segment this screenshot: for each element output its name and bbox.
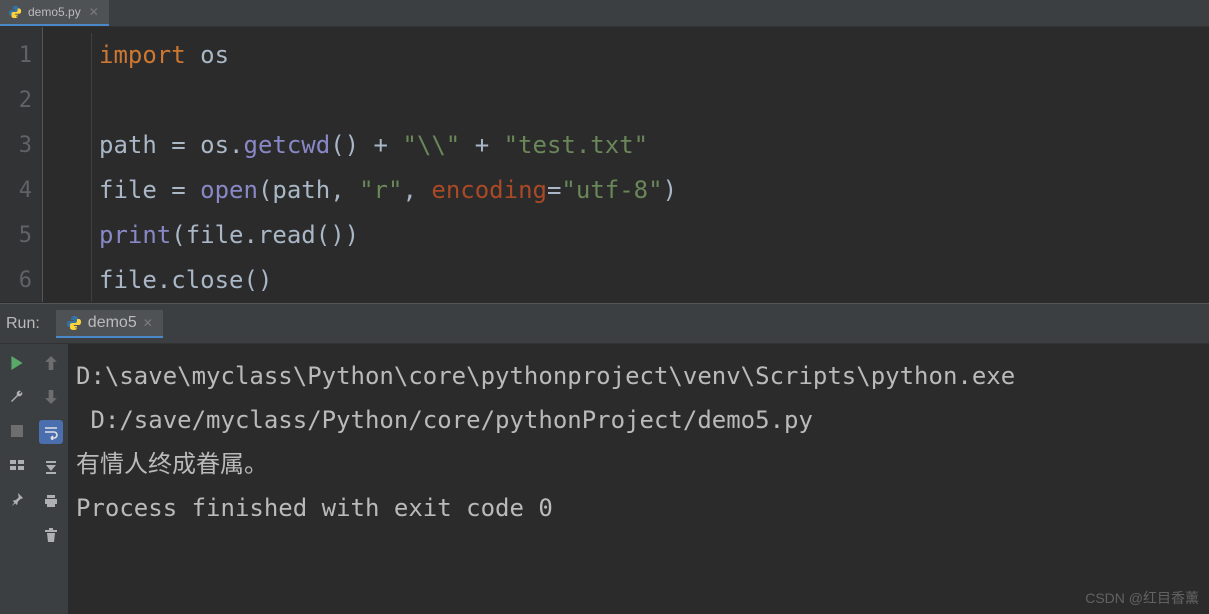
line-number: 3 [0, 123, 32, 168]
soft-wrap-icon[interactable] [39, 420, 63, 444]
code-token: "utf-8" [561, 176, 662, 204]
stop-button[interactable] [6, 420, 28, 442]
console-output[interactable]: D:\save\myclass\Python\core\pythonprojec… [68, 344, 1209, 614]
code-area[interactable]: import os path = os.getcwd() + "\\" + "t… [42, 27, 1209, 302]
code-token: , [402, 176, 431, 204]
code-token: () + [330, 131, 402, 159]
run-panel-header: Run: demo5 ✕ [0, 304, 1209, 344]
code-token: encoding [431, 176, 547, 204]
python-file-icon [8, 5, 22, 19]
code-token: import [99, 41, 186, 69]
watermark: CSDN @红目香薰 [1085, 588, 1199, 608]
code-token: file = [99, 176, 200, 204]
scroll-to-end-icon[interactable] [40, 456, 62, 478]
code-token: print [99, 221, 171, 249]
line-number: 5 [0, 213, 32, 258]
line-gutter: 1 2 3 4 5 6 [0, 27, 42, 302]
code-token: ) [663, 176, 677, 204]
run-body: D:\save\myclass\Python\core\pythonprojec… [0, 344, 1209, 614]
arrow-down-icon[interactable] [40, 386, 62, 408]
line-number: 2 [0, 78, 32, 123]
run-tool-column-secondary [34, 344, 68, 614]
code-token: "test.txt" [504, 131, 649, 159]
console-line: Process finished with exit code 0 [76, 486, 1205, 530]
console-line: D:/save/myclass/Python/core/pythonProjec… [76, 398, 1205, 442]
code-token: (path, [258, 176, 359, 204]
run-button[interactable] [6, 352, 28, 374]
print-icon[interactable] [40, 490, 62, 512]
layout-icon[interactable] [6, 454, 28, 476]
editor-area: 1 2 3 4 5 6 import os path = os.getcwd()… [0, 27, 1209, 302]
code-token: path = os. [99, 131, 244, 159]
trash-icon[interactable] [40, 524, 62, 546]
console-line: D:\save\myclass\Python\core\pythonprojec… [76, 354, 1205, 398]
tab-filename: demo5.py [28, 5, 81, 19]
pin-icon[interactable] [6, 488, 28, 510]
editor-tab-bar: demo5.py ✕ [0, 0, 1209, 27]
run-tab-demo5[interactable]: demo5 ✕ [56, 310, 163, 338]
code-token: open [200, 176, 258, 204]
code-token: "\\" [402, 131, 460, 159]
line-number: 6 [0, 258, 32, 303]
run-tool-column-primary [0, 344, 34, 614]
line-number: 1 [0, 33, 32, 78]
code-token: getcwd [244, 131, 331, 159]
indent-guide [91, 33, 92, 302]
line-number: 4 [0, 168, 32, 213]
python-file-icon [66, 315, 82, 331]
wrench-icon[interactable] [6, 386, 28, 408]
console-line: 有情人终成眷属。 [76, 442, 1205, 486]
code-token: os [186, 41, 229, 69]
run-label: Run: [6, 315, 40, 333]
code-token: (file.read()) [171, 221, 359, 249]
code-token: = [547, 176, 561, 204]
code-token: file.close() [99, 266, 272, 294]
code-token: "r" [359, 176, 402, 204]
arrow-up-icon[interactable] [40, 352, 62, 374]
run-panel: Run: demo5 ✕ [0, 303, 1209, 614]
editor-tab-demo5[interactable]: demo5.py ✕ [0, 0, 109, 26]
code-token: + [460, 131, 503, 159]
close-icon[interactable]: ✕ [143, 316, 153, 330]
run-tab-name: demo5 [88, 314, 137, 332]
close-icon[interactable]: ✕ [89, 5, 99, 19]
